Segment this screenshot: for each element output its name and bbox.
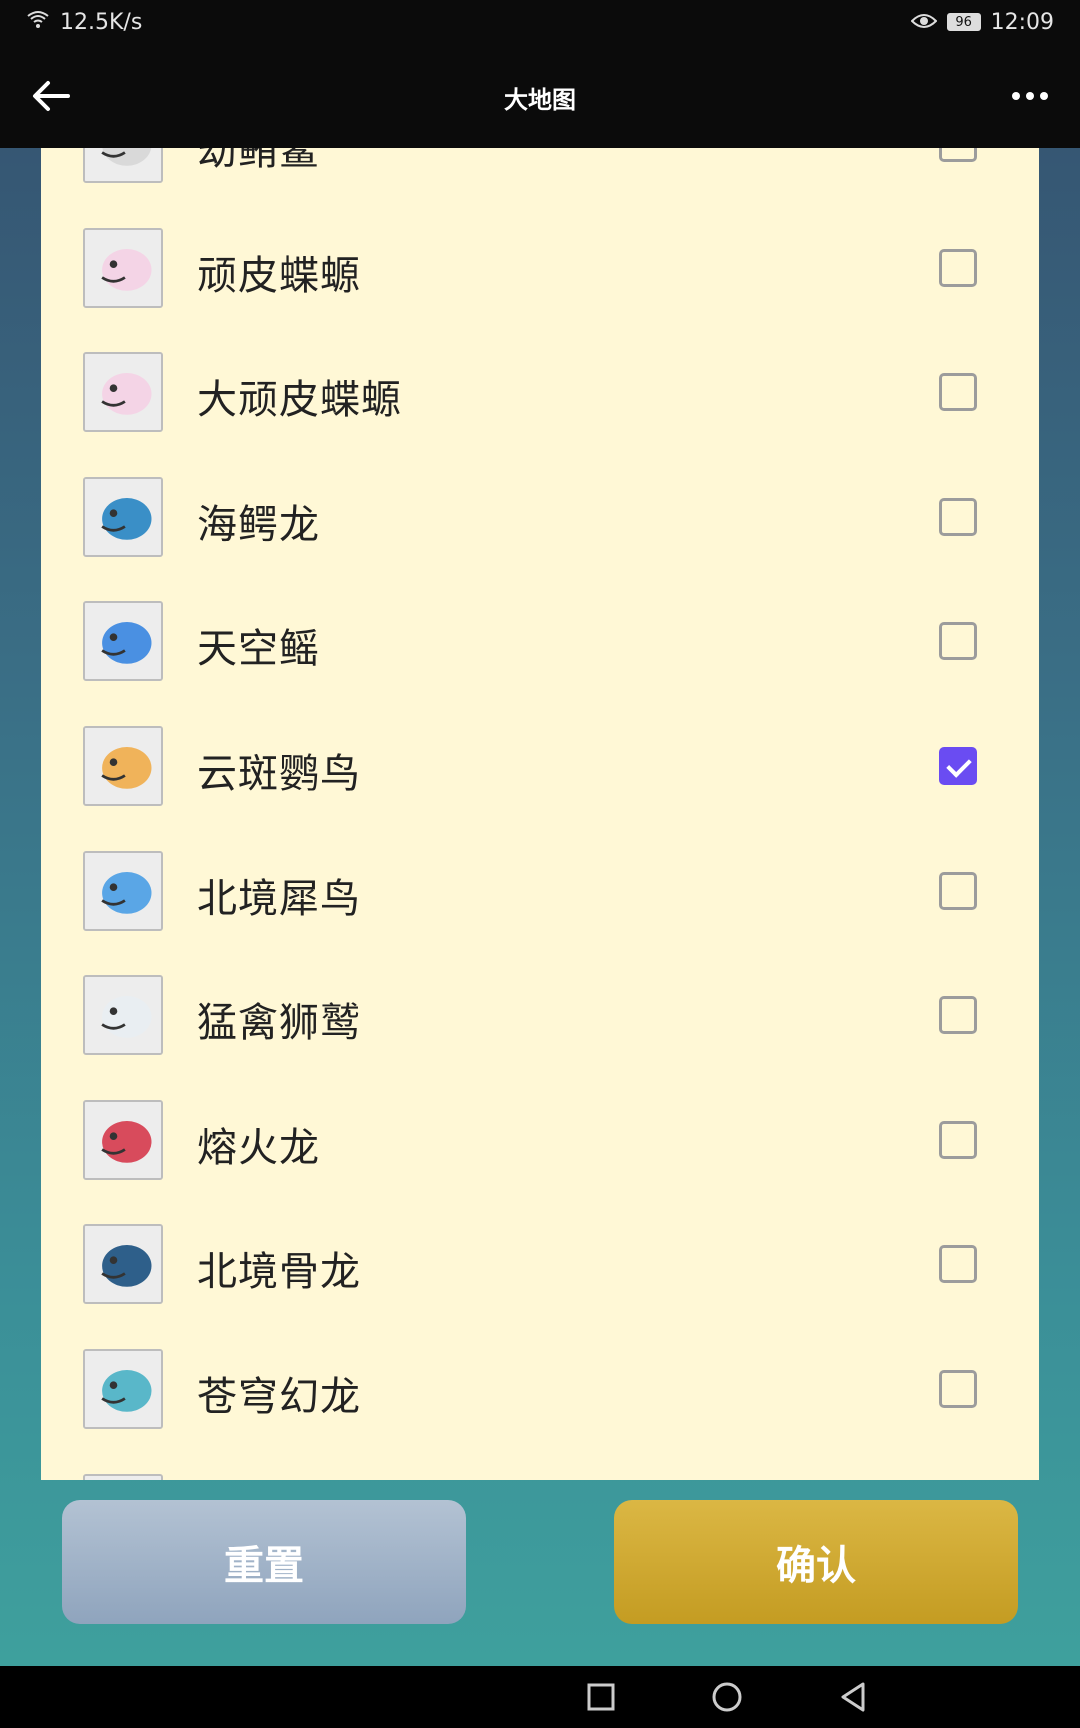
more-button[interactable] [1010, 80, 1050, 112]
creature-name: 猛禽狮鹫 [197, 1000, 361, 1047]
list-item[interactable]: 海鳄龙 [41, 456, 1039, 581]
creature-name: 大顽皮蝶螈 [197, 377, 402, 424]
battery-icon: 96 [946, 13, 981, 31]
creature-name: 顽皮蝶螈 [197, 252, 361, 299]
creature-name: 北境骨龙 [197, 1249, 361, 1296]
recents-button[interactable] [584, 1680, 618, 1714]
network-speed: 12.5K/s [60, 9, 143, 35]
list-item[interactable]: 苍穹幻龙 [41, 1328, 1039, 1453]
creature-name: 北境犀鸟 [197, 875, 361, 922]
home-button[interactable] [710, 1680, 744, 1714]
more-dots-icon [1012, 92, 1048, 100]
creature-avatar [83, 850, 163, 931]
list-item[interactable] [41, 1453, 1039, 1480]
select-checkbox[interactable] [939, 622, 977, 661]
creature-list-panel[interactable]: 幼鲔鲨顽皮蝶螈大顽皮蝶螈海鳄龙天空鳐云斑鹦鸟北境犀鸟猛禽狮鹫熔火龙北境骨龙苍穹幻… [41, 148, 1039, 1480]
reset-button[interactable]: 重置 [62, 1500, 466, 1624]
page-title: 大地图 [504, 86, 576, 114]
list-item[interactable]: 猛禽狮鹫 [41, 954, 1039, 1079]
clock: 12:09 [990, 9, 1054, 35]
confirm-button[interactable]: 确认 [614, 1500, 1018, 1624]
select-checkbox[interactable] [939, 248, 977, 287]
creature-name: 云斑鹦鸟 [197, 750, 361, 797]
select-checkbox[interactable] [939, 497, 977, 536]
wifi-icon [26, 9, 50, 35]
top-nav: 大地图 [0, 44, 1080, 148]
system-nav-bar [0, 1666, 1080, 1728]
square-icon [587, 1683, 615, 1711]
select-checkbox[interactable] [939, 1120, 977, 1159]
back-nav-button[interactable] [836, 1680, 870, 1714]
list-item[interactable]: 天空鳐 [41, 580, 1039, 705]
list-item[interactable]: 北境犀鸟 [41, 830, 1039, 955]
creature-avatar [83, 1348, 163, 1429]
select-checkbox[interactable] [939, 746, 977, 785]
list-item[interactable]: 顽皮蝶螈 [41, 207, 1039, 332]
creature-avatar [83, 1099, 163, 1180]
creature-avatar [83, 975, 163, 1056]
creature-list: 幼鲔鲨顽皮蝶螈大顽皮蝶螈海鳄龙天空鳐云斑鹦鸟北境犀鸟猛禽狮鹫熔火龙北境骨龙苍穹幻… [41, 148, 1039, 1480]
select-checkbox[interactable] [939, 871, 977, 910]
circle-icon [712, 1682, 742, 1712]
creature-avatar [83, 601, 163, 682]
creature-avatar [83, 476, 163, 557]
select-checkbox[interactable] [939, 996, 977, 1035]
creature-name: 幼鲔鲨 [197, 148, 320, 174]
select-checkbox[interactable] [939, 1245, 977, 1284]
creature-name: 天空鳐 [197, 626, 320, 673]
creature-avatar [83, 725, 163, 806]
select-checkbox[interactable] [939, 1369, 977, 1408]
triangle-back-icon [841, 1682, 865, 1712]
eye-icon [910, 10, 938, 34]
creature-name: 海鳄龙 [197, 501, 320, 548]
status-bar: 12.5K/s 96 12:09 [0, 0, 1080, 44]
select-checkbox[interactable] [939, 148, 977, 162]
status-right: 96 12:09 [910, 9, 1054, 35]
creature-avatar [83, 1473, 163, 1480]
creature-name: 苍穹幻龙 [197, 1373, 361, 1420]
list-item[interactable]: 幼鲔鲨 [41, 148, 1039, 207]
list-item[interactable]: 大顽皮蝶螈 [41, 331, 1039, 456]
status-left: 12.5K/s [26, 9, 142, 35]
creature-avatar [83, 352, 163, 433]
creature-avatar [83, 1224, 163, 1305]
select-checkbox[interactable] [939, 373, 977, 412]
list-item[interactable]: 熔火龙 [41, 1079, 1039, 1204]
list-item[interactable]: 北境骨龙 [41, 1203, 1039, 1328]
list-item[interactable]: 云斑鹦鸟 [41, 705, 1039, 830]
creature-name: 熔火龙 [197, 1124, 320, 1171]
creature-avatar [83, 227, 163, 308]
creature-avatar [83, 148, 163, 183]
